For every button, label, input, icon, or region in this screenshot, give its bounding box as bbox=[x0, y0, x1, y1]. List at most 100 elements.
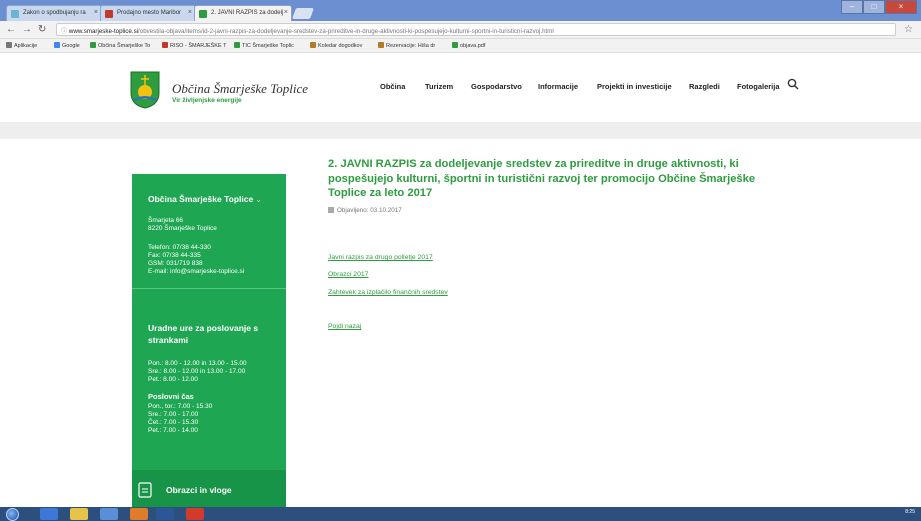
bookmark-star-icon[interactable]: ☆ bbox=[904, 24, 913, 35]
tab-label: Prodajno mesto Maribor bbox=[117, 10, 182, 16]
info-icon: ⓘ bbox=[61, 28, 69, 35]
back-arrow-icon[interactable]: ← bbox=[6, 24, 16, 35]
site-tagline: Vir življenjske energije bbox=[172, 97, 242, 104]
bookmark-label: RISO - ŠMARJEŠKE T bbox=[170, 43, 227, 49]
nav-item-projekti[interactable]: Projekti in investicije bbox=[597, 82, 672, 91]
bookmarks-bar: Aplikacije Google Občina Šmarješke To RI… bbox=[0, 39, 921, 53]
close-tab-icon[interactable]: × bbox=[94, 9, 98, 16]
business-hours-line: Čet.: 7.00 - 15.30 bbox=[148, 419, 199, 426]
riso-icon bbox=[162, 42, 168, 48]
go-back-link[interactable]: Pojdi nazaj bbox=[328, 323, 361, 330]
calendar-icon bbox=[310, 42, 316, 48]
published-text: Objavljeno: 03.10.2017 bbox=[337, 207, 402, 214]
tab-favicon-icon bbox=[199, 10, 207, 18]
calendar-icon bbox=[328, 207, 334, 213]
bookmark-label: Koledar dogodkov bbox=[318, 43, 363, 49]
link-payment-request[interactable]: Zahtevek za izplačilo finančnih sredstev bbox=[328, 289, 448, 296]
reload-icon[interactable]: ↻ bbox=[38, 24, 46, 35]
file-explorer-icon[interactable] bbox=[70, 508, 88, 520]
office-hours-heading-line-2: strankami bbox=[148, 335, 189, 345]
nav-item-razgledi[interactable]: Razgledi bbox=[689, 82, 720, 91]
nav-item-informacije[interactable]: Informacije bbox=[538, 82, 578, 91]
search-icon[interactable] bbox=[787, 78, 799, 90]
chevron-down-icon: ⌄ bbox=[255, 197, 262, 204]
office-hours-line: Sre.: 8.00 - 12.00 in 13.00 - 17.00 bbox=[148, 368, 246, 375]
nav-item-gospodarstvo[interactable]: Gospodarstvo bbox=[471, 82, 522, 91]
business-hours-heading: Poslovni čas bbox=[148, 392, 194, 401]
browser-tab-bar: Zakon o spodbujanju ra × Prodajno mesto … bbox=[0, 0, 921, 21]
close-tab-icon[interactable]: × bbox=[188, 9, 192, 16]
sidebar-heading-text: Občina Šmarješke Toplice bbox=[148, 194, 254, 204]
sidebar-divider bbox=[132, 288, 286, 289]
office-hours-line: Pet.: 8.00 - 12.00 bbox=[148, 376, 198, 383]
browser-tab-3-active[interactable]: 2. JAVNI RAZPIS za dodelj × bbox=[194, 5, 292, 21]
forms-label: Obrazci in vloge bbox=[166, 485, 232, 495]
nav-item-fotogalerija[interactable]: Fotogalerija bbox=[737, 82, 780, 91]
acrobat-icon[interactable] bbox=[186, 508, 204, 520]
municipality-crest-logo[interactable] bbox=[130, 71, 160, 109]
phone-text: Telefon: 07/38 44-330 bbox=[148, 244, 211, 251]
bookmark-obcina[interactable]: Občina Šmarješke To bbox=[90, 42, 150, 49]
sidebar-heading-municipality[interactable]: Občina Šmarješke Toplice ⌄ bbox=[148, 193, 261, 207]
bookmark-google[interactable]: Google bbox=[54, 42, 80, 49]
nav-item-obcina[interactable]: Občina bbox=[380, 82, 405, 91]
bookmark-label: TIC Šmarješke Toplic bbox=[242, 43, 294, 49]
bookmark-label: Google bbox=[62, 43, 80, 49]
outlook-icon[interactable] bbox=[130, 508, 148, 520]
tab-label: 2. JAVNI RAZPIS za dodelj bbox=[211, 10, 284, 16]
forward-arrow-icon[interactable]: → bbox=[22, 24, 32, 35]
business-hours-line: Pon., tor.: 7.00 - 15.30 bbox=[148, 403, 213, 410]
new-tab-button[interactable] bbox=[291, 8, 315, 19]
site-title[interactable]: Občina Šmarješke Toplice bbox=[172, 81, 308, 97]
web-page: Občina Šmarješke Toplice Vir življenjske… bbox=[0, 53, 921, 507]
address-line-2: 8220 Šmarješke Toplice bbox=[148, 225, 217, 232]
bookmark-label: Aplikacije bbox=[14, 43, 38, 49]
header-divider-band bbox=[0, 122, 921, 139]
bookmark-label: objava.pdf bbox=[460, 43, 486, 49]
forms-and-applications-link[interactable]: Obrazci in vloge bbox=[132, 470, 286, 507]
link-forms-2017[interactable]: Obrazci 2017 bbox=[328, 271, 368, 278]
published-date: Objavljeno: 03.10.2017 bbox=[328, 207, 402, 214]
document-icon bbox=[452, 42, 458, 48]
calendar-icon bbox=[378, 42, 384, 48]
sidebar: Občina Šmarješke Toplice ⌄ Šmarjeta 66 8… bbox=[132, 174, 286, 507]
bookmark-objava[interactable]: objava.pdf bbox=[452, 42, 485, 49]
window-controls: – □ × bbox=[841, 0, 917, 16]
business-hours-line: Pet.: 7.00 - 14.00 bbox=[148, 427, 198, 434]
address-bar: ← → ↻ ⓘ www.smarjeske-toplice.si/obvesti… bbox=[0, 21, 921, 39]
browser-tab-2[interactable]: Prodajno mesto Maribor × bbox=[100, 5, 196, 21]
address-line-1: Šmarjeta 66 bbox=[148, 217, 184, 224]
browser-tab-1[interactable]: Zakon o spodbujanju ra × bbox=[6, 5, 102, 21]
link-public-tender[interactable]: Javni razpis za drugo polletje 2017 bbox=[328, 254, 433, 261]
tab-favicon-icon bbox=[105, 10, 113, 18]
email-text[interactable]: E-mail: info@smarjeske-toplice.si bbox=[148, 268, 244, 276]
windows-taskbar: 8:25 bbox=[0, 507, 921, 521]
bookmark-riso[interactable]: RISO - ŠMARJEŠKE T bbox=[162, 42, 226, 49]
tab-label: Zakon o spodbujanju ra bbox=[23, 10, 86, 16]
system-tray-clock[interactable]: 8:25 bbox=[905, 509, 915, 515]
url-input[interactable]: ⓘ www.smarjeske-toplice.si/obvestila-obj… bbox=[56, 23, 896, 36]
bookmark-label: Rezervacije: Hiša dr bbox=[386, 43, 436, 49]
app-icon[interactable] bbox=[100, 508, 118, 520]
crest-icon bbox=[90, 42, 96, 48]
start-button[interactable] bbox=[6, 508, 19, 521]
bookmark-apps[interactable]: Aplikacije bbox=[6, 42, 37, 49]
nav-item-turizem[interactable]: Turizem bbox=[425, 82, 453, 91]
maximize-button[interactable]: □ bbox=[863, 0, 885, 14]
close-window-button[interactable]: × bbox=[885, 0, 917, 14]
tab-favicon-icon bbox=[11, 10, 19, 18]
bookmark-tic[interactable]: TIC Šmarješke Toplic bbox=[234, 42, 294, 49]
word-icon[interactable] bbox=[156, 508, 174, 520]
apps-grid-icon bbox=[6, 42, 12, 48]
minimize-button[interactable]: – bbox=[841, 0, 863, 14]
business-hours-line: Sre.: 7.00 - 17.00 bbox=[148, 411, 199, 418]
gsm-text: GSM: 031/719 838 bbox=[148, 260, 203, 267]
article-title: 2. JAVNI RAZPIS za dodeljevanje sredstev… bbox=[328, 158, 756, 199]
fax-text: Fax: 07/38 44-335 bbox=[148, 252, 201, 259]
close-tab-icon[interactable]: × bbox=[284, 9, 288, 16]
bookmark-label: Občina Šmarješke To bbox=[98, 43, 151, 49]
bookmark-rezervacije[interactable]: Rezervacije: Hiša dr bbox=[378, 42, 435, 49]
office-hours-heading-line-1: Uradne ure za poslovanje s bbox=[148, 323, 259, 333]
bookmark-koledar[interactable]: Koledar dogodkov bbox=[310, 42, 362, 49]
internet-explorer-icon[interactable] bbox=[40, 508, 58, 520]
